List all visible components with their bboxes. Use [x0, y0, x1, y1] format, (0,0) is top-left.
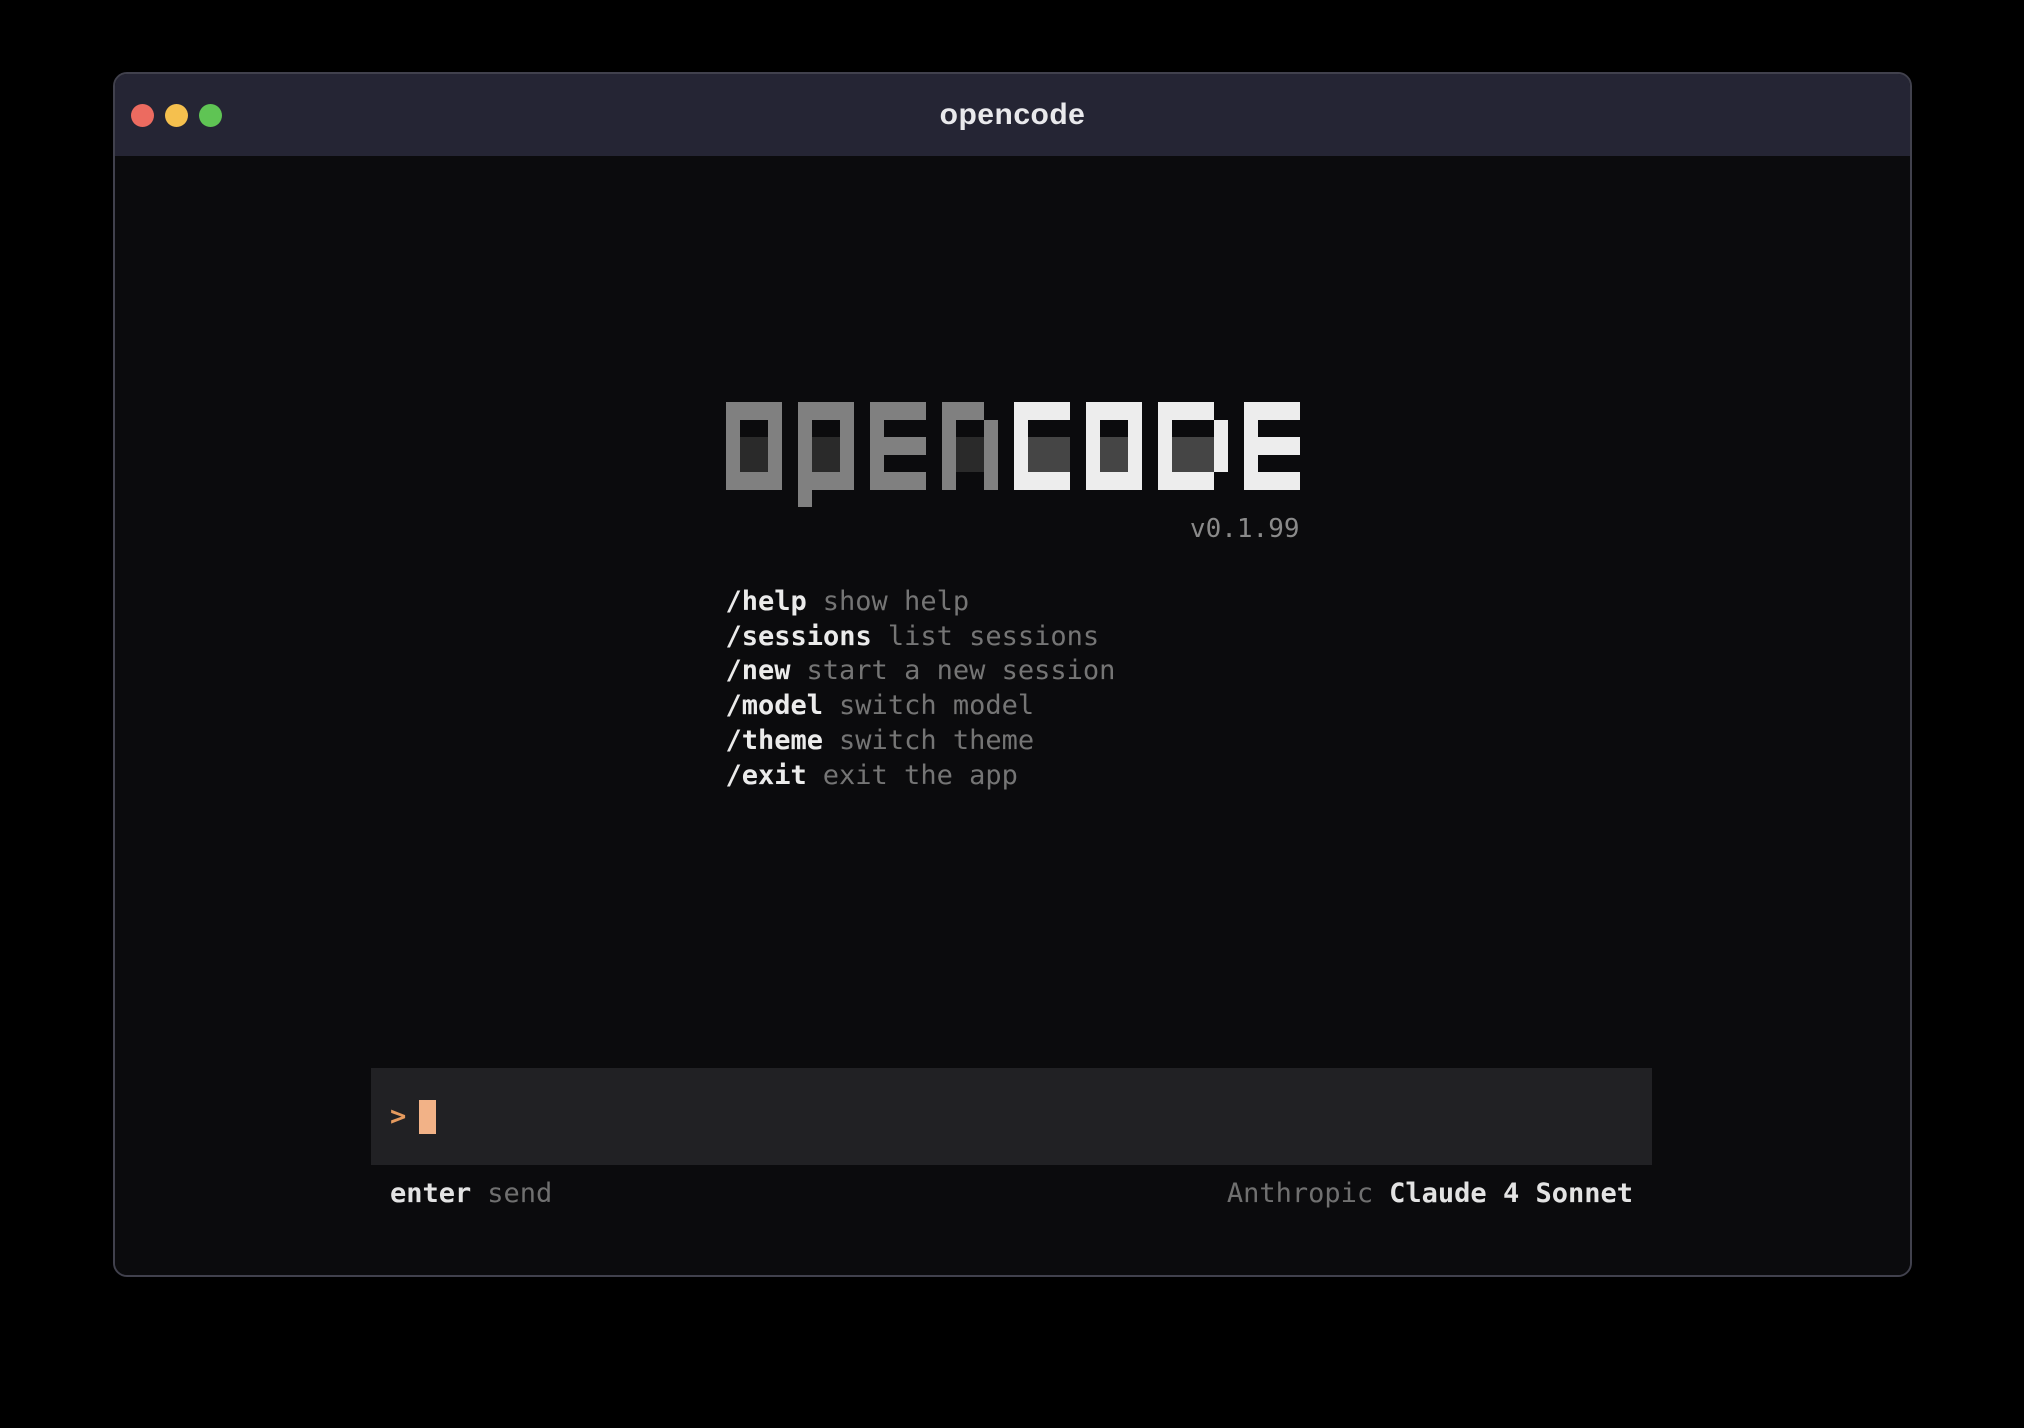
command-description: start a new session: [807, 655, 1116, 686]
command-row: /theme switch theme: [726, 724, 1116, 759]
enter-key-label: enter: [390, 1178, 471, 1209]
desktop: opencode v0.1.99 /help show help/sessions…: [0, 0, 2024, 1428]
minimize-button[interactable]: [165, 104, 188, 127]
model-indicator: Anthropic Claude 4 Sonnet: [1227, 1178, 1633, 1210]
command-name: /sessions: [726, 621, 872, 652]
prompt-symbol: >: [390, 1101, 406, 1132]
logo-letter-o: [726, 402, 782, 490]
close-button[interactable]: [131, 104, 154, 127]
window-title: opencode: [940, 98, 1086, 132]
window-titlebar[interactable]: opencode: [115, 74, 1910, 156]
command-description: show help: [823, 586, 969, 617]
opencode-logo: v0.1.99: [726, 402, 1300, 544]
command-row: /exit exit the app: [726, 759, 1116, 794]
command-name: /theme: [726, 725, 824, 756]
command-row: /new start a new session: [726, 654, 1116, 689]
command-row: /model switch model: [726, 689, 1116, 724]
logo-letter-p: [798, 402, 854, 507]
command-name: /help: [726, 586, 807, 617]
command-description: switch model: [839, 690, 1034, 721]
logo-letter-n: [942, 402, 998, 490]
command-help-list: /help show help/sessions list sessions/new…: [726, 585, 1116, 793]
terminal-content: v0.1.99 /help show help/sessions list sess…: [115, 156, 1910, 1275]
command-description: switch theme: [839, 725, 1034, 756]
keybind-hint: enter send: [390, 1178, 552, 1210]
version-label: v0.1.99: [726, 514, 1300, 544]
traffic-lights: [131, 74, 222, 156]
provider-label: Anthropic: [1227, 1178, 1373, 1209]
command-row: /help show help: [726, 585, 1116, 620]
opencode-window: opencode v0.1.99 /help show help/sessions…: [113, 72, 1912, 1277]
command-description: list sessions: [888, 621, 1099, 652]
text-cursor: [419, 1100, 436, 1134]
command-row: /sessions list sessions: [726, 620, 1116, 655]
send-action-label: send: [487, 1178, 552, 1209]
logo-letter-c: [1014, 402, 1070, 490]
zoom-button[interactable]: [199, 104, 222, 127]
status-bar: enter send Anthropic Claude 4 Sonnet: [371, 1178, 1652, 1210]
command-name: /new: [726, 655, 791, 686]
logo-letter-o: [1086, 402, 1142, 490]
model-label: Claude 4 Sonnet: [1389, 1178, 1633, 1209]
command-description: exit the app: [823, 760, 1018, 791]
command-name: /exit: [726, 760, 807, 791]
logo-letter-d: [1158, 402, 1228, 490]
logo-letters: [726, 402, 1300, 490]
prompt-input[interactable]: >: [371, 1068, 1652, 1165]
logo-letter-e: [870, 402, 926, 490]
command-name: /model: [726, 690, 824, 721]
logo-letter-e: [1244, 402, 1300, 490]
